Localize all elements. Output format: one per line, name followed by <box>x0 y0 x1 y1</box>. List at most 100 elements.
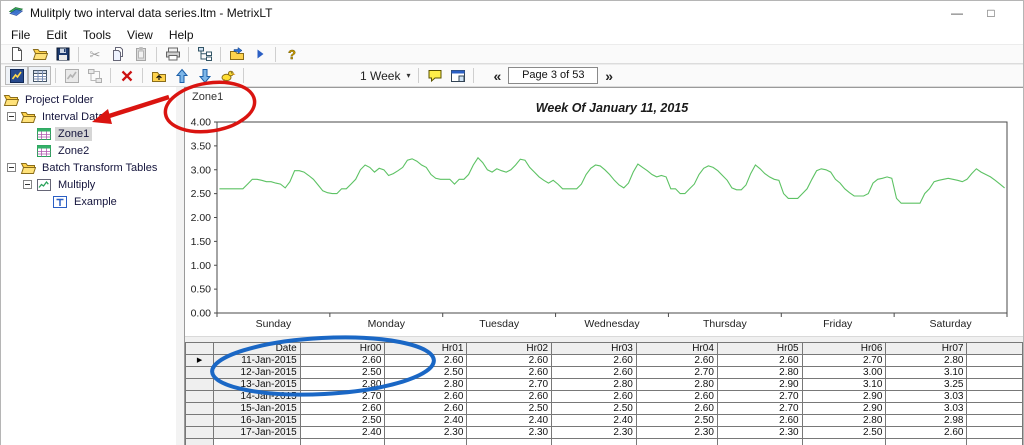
tree-view-button[interactable] <box>193 45 216 64</box>
page-indicator[interactable]: Page 3 of 53 <box>508 67 599 84</box>
grid-column-header[interactable]: Hr07 <box>885 342 968 355</box>
grid-cell[interactable]: 2.90 <box>801 402 887 415</box>
grid-cell[interactable] <box>966 390 1023 403</box>
grid-cell[interactable] <box>966 438 1023 445</box>
grid-cell[interactable]: 13-Jan-2015 <box>213 378 301 391</box>
save-button[interactable] <box>51 45 74 64</box>
grid-column-header[interactable]: Hr02 <box>466 342 553 355</box>
grid-column-header[interactable]: Date <box>213 342 301 355</box>
grid-cell[interactable]: 3.10 <box>885 366 968 379</box>
grid-cell[interactable]: 2.60 <box>466 366 553 379</box>
print-button[interactable] <box>161 45 184 64</box>
grid-cell[interactable]: 2.60 <box>466 354 553 367</box>
row-selector[interactable] <box>185 390 215 403</box>
chart-view-button[interactable] <box>5 66 28 85</box>
grid-cell[interactable] <box>299 438 386 445</box>
run-button[interactable] <box>248 45 271 64</box>
row-selector[interactable] <box>185 402 215 415</box>
annotation-button[interactable] <box>423 66 446 85</box>
row-selector[interactable] <box>185 414 215 427</box>
grid-cell[interactable]: 12-Jan-2015 <box>213 366 301 379</box>
grid-cell[interactable] <box>716 438 803 445</box>
grid-cell[interactable]: 2.40 <box>551 414 637 427</box>
grid-cell[interactable]: 2.60 <box>635 390 718 403</box>
grid-cell[interactable]: 2.70 <box>716 402 803 415</box>
grid-cell[interactable] <box>966 402 1023 415</box>
grid-cell[interactable]: 2.60 <box>551 354 637 367</box>
folder-up-button[interactable] <box>147 66 170 85</box>
grid-cell[interactable]: 2.60 <box>635 354 718 367</box>
menu-edit[interactable]: Edit <box>38 27 75 43</box>
grid-cell[interactable]: 2.80 <box>384 378 468 391</box>
delete-button[interactable] <box>115 66 138 85</box>
grid-cell[interactable]: 3.00 <box>801 366 887 379</box>
grid-cell[interactable] <box>966 414 1023 427</box>
grid-cell[interactable] <box>966 378 1023 391</box>
grid-cell[interactable] <box>966 354 1023 367</box>
grid-cell[interactable] <box>551 438 637 445</box>
grid-cell[interactable]: 2.60 <box>551 366 637 379</box>
grid-cell[interactable]: 2.60 <box>384 390 468 403</box>
grid-cell[interactable]: 2.60 <box>299 354 386 367</box>
row-selector[interactable] <box>185 438 215 445</box>
grid-cell[interactable]: 2.30 <box>384 426 468 439</box>
tree-item-zone1[interactable]: Zone1 <box>1 125 176 142</box>
grid-cell[interactable]: 2.40 <box>466 414 553 427</box>
row-selector[interactable] <box>185 426 215 439</box>
grid-cell[interactable]: 2.70 <box>466 378 553 391</box>
grid-cell[interactable]: 2.50 <box>635 414 718 427</box>
chart-window-button[interactable] <box>446 66 469 85</box>
grid-cell[interactable]: 2.70 <box>635 366 718 379</box>
minimize-button[interactable]: — <box>951 6 963 20</box>
grid-cell[interactable]: 2.30 <box>635 426 718 439</box>
grid-cell[interactable]: 2.80 <box>551 378 637 391</box>
grid-cell[interactable]: 2.50 <box>384 366 468 379</box>
grid-cell[interactable]: 2.60 <box>885 426 968 439</box>
grid-cell[interactable]: 11-Jan-2015 <box>213 354 301 367</box>
grid-cell[interactable]: 2.30 <box>716 426 803 439</box>
next-page-button[interactable]: » <box>598 68 620 84</box>
batch-process-button[interactable] <box>225 45 248 64</box>
grid-cell[interactable] <box>213 438 301 445</box>
row-selector[interactable] <box>185 378 215 391</box>
grid-cell[interactable]: 2.80 <box>885 354 968 367</box>
grid-cell[interactable]: 2.60 <box>384 402 468 415</box>
menu-file[interactable]: File <box>3 27 38 43</box>
tree-item-example[interactable]: Example <box>1 193 176 210</box>
grid-cell[interactable] <box>384 438 468 445</box>
maximize-button[interactable]: □ <box>985 6 997 20</box>
interval-dropdown[interactable]: 1 Week ▾ <box>356 68 414 84</box>
tree-splitter[interactable] <box>176 87 184 445</box>
collapse-icon[interactable] <box>7 112 20 121</box>
grid-column-header[interactable]: Hr01 <box>384 342 468 355</box>
grid-cell[interactable]: 2.60 <box>716 414 803 427</box>
grid-cell[interactable]: 15-Jan-2015 <box>213 402 301 415</box>
grid-cell[interactable]: 2.30 <box>551 426 637 439</box>
menu-view[interactable]: View <box>119 27 161 43</box>
grid-cell[interactable] <box>885 438 968 445</box>
help-button[interactable]: ? <box>280 45 303 64</box>
copy-button[interactable] <box>106 45 129 64</box>
grid-column-header[interactable]: Hr04 <box>635 342 718 355</box>
grid-cell[interactable]: 2.30 <box>466 426 553 439</box>
grid-cell[interactable]: 3.25 <box>885 378 968 391</box>
move-down-button[interactable] <box>193 66 216 85</box>
grid-cell[interactable]: 2.98 <box>885 414 968 427</box>
grid-cell[interactable]: 2.40 <box>299 426 386 439</box>
grid-cell[interactable]: 2.50 <box>801 426 887 439</box>
grid-cell[interactable] <box>966 366 1023 379</box>
grid-cell[interactable]: 3.03 <box>885 390 968 403</box>
grid-cell[interactable]: 2.50 <box>299 414 386 427</box>
tree-item-multiply[interactable]: Multiply <box>1 176 176 193</box>
previous-page-button[interactable]: « <box>486 68 508 84</box>
tree-item-zone2[interactable]: Zone2 <box>1 142 176 159</box>
grid-column-header[interactable]: Hr05 <box>716 342 803 355</box>
grid-column-header[interactable]: Hr00 <box>299 342 386 355</box>
collapse-icon[interactable] <box>7 163 20 172</box>
grid-cell[interactable]: 2.80 <box>299 378 386 391</box>
grid-cell[interactable]: 2.50 <box>299 366 386 379</box>
grid-cell[interactable]: 2.80 <box>635 378 718 391</box>
grid-cell[interactable]: 3.10 <box>801 378 887 391</box>
grid-cell[interactable]: 2.80 <box>716 366 803 379</box>
tree-item-interval-data[interactable]: Interval Data <box>1 108 176 125</box>
